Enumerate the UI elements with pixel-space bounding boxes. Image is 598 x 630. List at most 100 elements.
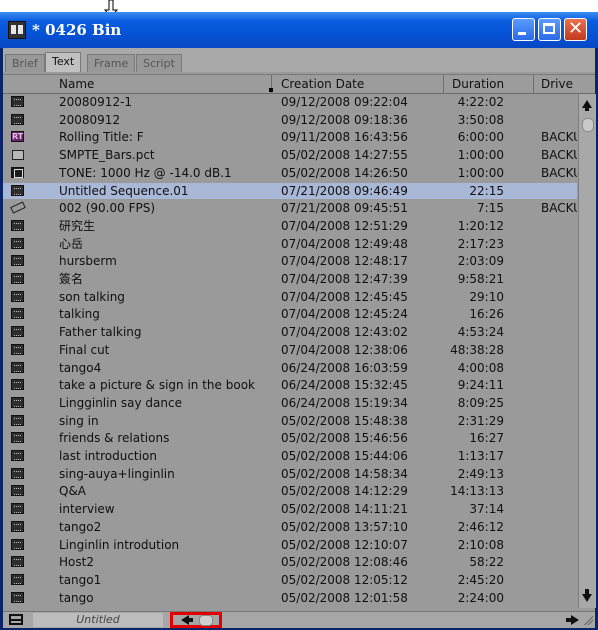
sequence-icon xyxy=(11,273,24,284)
scroll-down-arrow-icon[interactable] xyxy=(582,589,592,602)
clip-duration: 2:46:12 xyxy=(457,519,504,534)
table-row[interactable]: TONE: 1000 Hz @ -14.0 dB.1 05/02/2008 14:… xyxy=(3,165,577,181)
table-row[interactable]: sing in 05/02/2008 15:48:38 2:31:29 xyxy=(3,413,577,429)
close-button[interactable]: ✕ xyxy=(564,18,587,41)
sequence-icon xyxy=(11,326,24,338)
clip-name: SMPTE_Bars.pct xyxy=(59,148,155,163)
title-bar[interactable]: * 0426 Bin ✕ xyxy=(0,12,598,48)
table-row[interactable]: tango 05/02/2008 12:01:58 2:24:00 xyxy=(3,590,577,606)
clip-name: Final cut xyxy=(59,342,110,357)
table-row[interactable]: tango1 05/02/2008 12:05:12 2:45:20 xyxy=(3,572,577,588)
clip-creation-date: 06/24/2008 15:32:45 xyxy=(281,378,408,393)
column-duration[interactable]: Duration xyxy=(452,76,504,92)
clip-duration: 22:15 xyxy=(469,183,504,198)
sequence-icon xyxy=(11,255,24,267)
clip-name: 簽名 xyxy=(59,272,84,286)
table-row[interactable]: hursberm 07/04/2008 12:48:17 2:03:09 xyxy=(3,253,577,269)
clip-duration: 2:24:00 xyxy=(457,590,504,605)
sequence-icon xyxy=(11,556,24,568)
table-row[interactable]: Untitled Sequence.01 07/21/2008 09:46:49 2… xyxy=(3,182,577,199)
column-name[interactable]: Name xyxy=(59,76,94,92)
clip-duration: 2:45:20 xyxy=(457,572,504,587)
clip-name: 20080912 xyxy=(59,112,121,127)
resize-grip-icon[interactable] xyxy=(583,615,593,625)
table-row[interactable]: 簽名 07/04/2008 12:47:39 9:58:21 xyxy=(3,271,577,287)
clip-duration: 14:13:13 xyxy=(450,484,504,499)
clip-duration: 48:38:28 xyxy=(450,342,504,357)
tab-brief[interactable]: Brief xyxy=(5,54,45,72)
clip-name: hursberm xyxy=(59,254,117,269)
title-icon: RT xyxy=(11,131,24,143)
clip-duration: 4:22:02 xyxy=(457,95,504,109)
clip-duration: 2:10:08 xyxy=(457,537,504,552)
table-row[interactable]: SMPTE_Bars.pct 05/02/2008 14:27:55 1:00:00… xyxy=(3,147,577,163)
clip-creation-date: 05/02/2008 14:58:34 xyxy=(281,466,408,481)
clip-creation-date: 05/02/2008 14:26:50 xyxy=(281,165,408,180)
sequence-icon xyxy=(11,184,24,196)
table-row[interactable]: 20080912 09/12/2008 09:18:36 3:50:08 xyxy=(3,112,577,128)
clip-duration: 4:00:08 xyxy=(457,360,504,375)
clip-creation-date: 05/02/2008 15:46:56 xyxy=(281,431,408,446)
close-icon: ✕ xyxy=(567,18,584,39)
table-row[interactable]: sing-auya+linginlin 05/02/2008 14:58:34 2:… xyxy=(3,466,577,482)
tab-text[interactable]: Text xyxy=(45,52,82,72)
table-row[interactable]: Linginlin introdution 05/02/2008 12:10:07… xyxy=(3,537,577,553)
clip-duration: 4:53:24 xyxy=(457,325,504,340)
clip-creation-date: 07/04/2008 12:49:48 xyxy=(281,236,408,251)
table-row[interactable]: talking 07/04/2008 12:45:24 16:26 xyxy=(3,306,577,322)
clip-duration: 2:49:13 xyxy=(457,466,504,481)
clip-duration: 29:10 xyxy=(469,289,504,304)
table-row[interactable]: 心岳 07/04/2008 12:49:48 2:17:23 xyxy=(3,236,577,252)
table-row[interactable]: Father talking 07/04/2008 12:43:02 4:53:24 xyxy=(3,324,577,340)
column-divider[interactable] xyxy=(443,75,444,93)
clip-duration: 1:00:00 xyxy=(457,148,504,163)
column-drive[interactable]: Drive xyxy=(541,76,573,92)
table-row[interactable]: son talking 07/04/2008 12:45:45 29:10 xyxy=(3,289,577,305)
scroll-right-arrow-icon[interactable] xyxy=(566,615,579,625)
table-row[interactable]: take a picture & sign in the book 06/24/2… xyxy=(3,377,577,393)
clip-creation-date: 07/04/2008 12:45:45 xyxy=(281,289,408,304)
clip-creation-date: 05/02/2008 15:48:38 xyxy=(281,413,408,428)
bin-view-menu-icon[interactable] xyxy=(9,614,23,625)
clip-creation-date: 05/02/2008 12:01:58 xyxy=(281,590,408,605)
sequence-icon xyxy=(11,503,24,515)
table-row[interactable]: Final cut 07/04/2008 12:38:06 48:38:28 xyxy=(3,342,577,358)
clip-creation-date: 05/02/2008 14:12:29 xyxy=(281,484,408,499)
clip-creation-date: 09/12/2008 09:18:36 xyxy=(281,112,408,127)
tab-script[interactable]: Script xyxy=(136,54,182,72)
scroll-up-arrow-icon[interactable] xyxy=(582,100,592,111)
clip-name: Linginlin introdution xyxy=(59,537,180,552)
table-row[interactable]: 20080912-1 09/12/2008 09:22:04 4:22:02 xyxy=(3,94,577,110)
vertical-scrollbar[interactable] xyxy=(578,94,596,608)
bin-app-icon[interactable] xyxy=(8,21,26,39)
maximize-button[interactable] xyxy=(538,18,561,41)
clip-name: 心岳 xyxy=(59,236,84,251)
table-row[interactable]: last introduction 05/02/2008 15:44:06 1:13… xyxy=(3,448,577,464)
clip-duration: 37:14 xyxy=(469,502,504,517)
column-divider[interactable] xyxy=(533,75,534,93)
table-row[interactable]: RT Rolling Title: F 09/11/2008 16:43:56 6:0… xyxy=(3,129,577,145)
horizontal-scroll-thumb[interactable] xyxy=(199,615,213,626)
column-creation-date[interactable]: Creation Date xyxy=(281,76,364,92)
table-row[interactable]: interview 05/02/2008 14:11:21 37:14 xyxy=(3,501,577,517)
bin-view-label[interactable]: Untitled xyxy=(33,613,163,627)
clip-duration: 1:00:00 xyxy=(457,165,504,180)
table-row[interactable]: friends & relations 05/02/2008 15:46:56 16… xyxy=(3,430,577,446)
table-row[interactable]: Lingginlin say dance 06/24/2008 15:19:34 8… xyxy=(3,395,577,411)
table-row[interactable]: tango4 06/24/2008 16:03:59 4:00:08 xyxy=(3,360,577,376)
clip-name: tango1 xyxy=(59,572,102,587)
scroll-left-arrow-icon[interactable] xyxy=(181,615,193,625)
table-row[interactable]: 002 (90.00 FPS) 07/21/2008 09:45:51 7:15 BA… xyxy=(3,200,577,216)
tab-frame[interactable]: Frame xyxy=(87,54,136,72)
table-row[interactable]: tango2 05/02/2008 13:57:10 2:46:12 xyxy=(3,519,577,535)
clip-duration: 9:58:21 xyxy=(457,272,504,286)
table-row[interactable]: Host2 05/02/2008 12:08:46 58:22 xyxy=(3,554,577,570)
table-row[interactable]: 研究生 07/04/2008 12:51:29 1:20:12 xyxy=(3,218,577,234)
vertical-scroll-thumb[interactable] xyxy=(582,118,594,132)
clip-creation-date: 05/02/2008 13:57:10 xyxy=(281,519,408,534)
table-row[interactable]: Q&A 05/02/2008 14:12:29 14:13:13 xyxy=(3,483,577,499)
bin-window: * 0426 Bin ✕ Brief Text Frame Script Nam… xyxy=(0,12,598,630)
sequence-icon xyxy=(11,113,24,125)
clip-name: Lingginlin say dance xyxy=(59,395,182,410)
minimize-button[interactable] xyxy=(512,18,535,41)
